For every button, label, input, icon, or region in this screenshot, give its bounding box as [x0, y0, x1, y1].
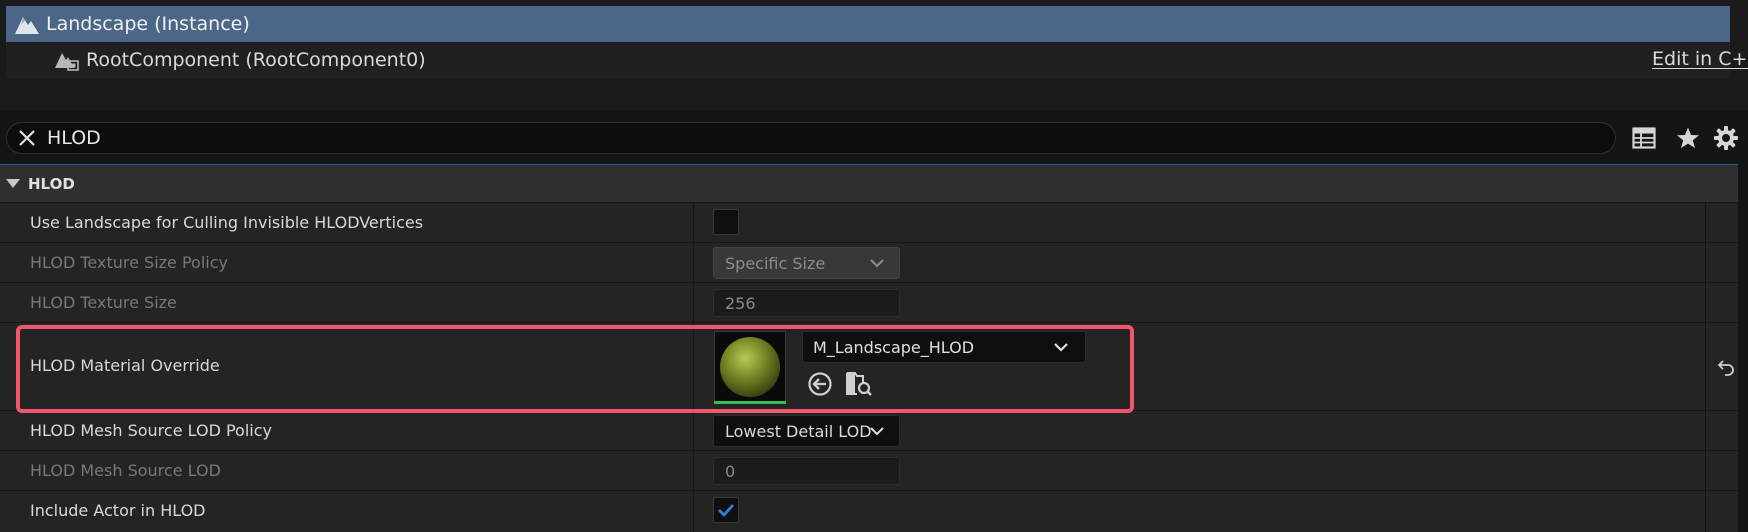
checkmark-icon: [718, 504, 735, 517]
property-label: HLOD Texture Size Policy: [30, 253, 228, 272]
table-view-icon: [1632, 127, 1656, 149]
tree-item-label: Landscape (Instance): [46, 13, 250, 35]
property-row-mesh-source-lod-policy: HLOD Mesh Source LOD Policy Lowest Detai…: [0, 411, 1738, 451]
star-icon: [1677, 127, 1699, 148]
close-icon: [19, 130, 35, 146]
material-asset-dropdown[interactable]: M_Landscape_HLOD: [802, 331, 1086, 363]
tree-item-root-component[interactable]: RootComponent (RootComponent0): [6, 42, 1730, 78]
tree-item-label: RootComponent (RootComponent0): [86, 49, 426, 71]
column-divider[interactable]: [693, 203, 694, 242]
material-thumbnail[interactable]: [714, 331, 786, 403]
property-row-mesh-source-lod: HLOD Mesh Source LOD 0: [0, 451, 1738, 491]
column-divider: [1705, 243, 1706, 282]
texture-size-field[interactable]: 256: [713, 289, 900, 317]
property-row-texture-size-policy: HLOD Texture Size Policy Specific Size: [0, 243, 1738, 283]
reset-to-default-button[interactable]: [1712, 356, 1738, 380]
dropdown-value: M_Landscape_HLOD: [813, 337, 975, 357]
favorites-button[interactable]: [1674, 124, 1702, 152]
landscape-icon: [15, 17, 39, 34]
property-label: HLOD Mesh Source LOD: [30, 461, 221, 480]
column-divider: [1705, 283, 1706, 322]
browse-asset-icon: [846, 372, 872, 396]
use-selected-asset-button[interactable]: [805, 369, 835, 399]
dropdown-value: Specific Size: [725, 253, 826, 273]
use-landscape-culling-checkbox[interactable]: [713, 209, 739, 235]
chevron-down-icon: [1054, 343, 1068, 352]
include-actor-checkbox[interactable]: [713, 497, 739, 523]
column-divider: [1705, 491, 1706, 532]
column-divider[interactable]: [693, 411, 694, 450]
property-row-texture-size: HLOD Texture Size 256: [0, 283, 1738, 323]
details-panel: HLOD Use Landscape for Culling Invisible…: [0, 164, 1738, 532]
chevron-down-icon: [870, 259, 884, 268]
property-label: Use Landscape for Culling Invisible HLOD…: [30, 213, 424, 232]
property-row-material-override: HLOD Material Override M_Landscape_HLOD: [0, 323, 1738, 411]
column-divider: [1705, 451, 1706, 490]
search-input[interactable]: [47, 127, 1547, 149]
column-divider[interactable]: [693, 243, 694, 282]
texture-size-policy-dropdown[interactable]: Specific Size: [713, 247, 900, 279]
settings-button[interactable]: [1712, 124, 1740, 152]
chevron-down-icon: [870, 427, 884, 436]
column-divider[interactable]: [693, 491, 694, 532]
edit-in-cpp-link[interactable]: Edit in C++: [1652, 48, 1748, 70]
use-selected-arrow-icon: [808, 372, 832, 396]
property-label: HLOD Texture Size: [30, 293, 177, 312]
property-row-include-actor: Include Actor in HLOD: [0, 491, 1738, 532]
category-title: HLOD: [28, 174, 75, 193]
column-divider[interactable]: [693, 283, 694, 322]
property-matrix-button[interactable]: [1630, 124, 1658, 152]
expand-arrow-icon[interactable]: [6, 179, 20, 188]
category-header-hlod[interactable]: HLOD: [0, 165, 1738, 203]
component-tree-panel: Landscape (Instance) RootComponent (Root…: [0, 0, 1748, 110]
details-search-box: [6, 122, 1616, 154]
property-label: HLOD Mesh Source LOD Policy: [30, 421, 272, 440]
scene-component-icon: [55, 53, 79, 71]
material-sphere-preview: [720, 337, 780, 397]
dropdown-value: Lowest Detail LOD: [725, 421, 872, 441]
column-divider[interactable]: [693, 323, 694, 410]
column-divider: [1705, 323, 1706, 410]
gear-icon: [1714, 126, 1738, 150]
column-divider: [1705, 411, 1706, 450]
clear-search-button[interactable]: [11, 122, 43, 154]
mesh-source-lod-field[interactable]: 0: [713, 457, 900, 485]
material-type-bar: [714, 401, 786, 404]
browse-to-asset-button[interactable]: [844, 369, 874, 399]
mesh-source-lod-policy-dropdown[interactable]: Lowest Detail LOD: [713, 415, 900, 447]
component-tree: Landscape (Instance) RootComponent (Root…: [6, 6, 1730, 78]
reset-to-default-icon: [1717, 360, 1734, 376]
column-divider: [1705, 203, 1706, 242]
tree-item-landscape[interactable]: Landscape (Instance): [6, 6, 1730, 42]
property-label: HLOD Material Override: [30, 356, 220, 375]
column-divider[interactable]: [693, 451, 694, 490]
property-row-use-landscape-culling: Use Landscape for Culling Invisible HLOD…: [0, 203, 1738, 243]
property-label: Include Actor in HLOD: [30, 501, 206, 520]
